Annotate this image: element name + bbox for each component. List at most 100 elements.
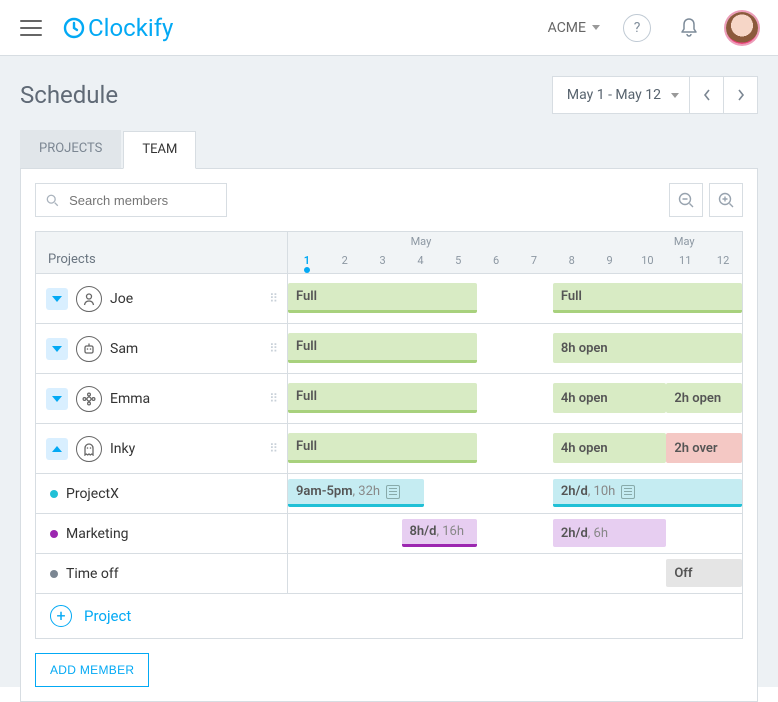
expand-button[interactable]	[46, 288, 68, 310]
drag-handle-icon[interactable]: ⠿	[269, 296, 279, 301]
note-icon	[621, 485, 635, 499]
date-range-text: May 1 - May 12	[567, 87, 661, 103]
zoom-in-icon	[718, 192, 735, 209]
workspace-name: ACME	[548, 20, 586, 36]
capacity-bar[interactable]: Full	[288, 333, 477, 363]
assignment-bar[interactable]: Off	[666, 559, 742, 587]
month-label: May	[674, 235, 695, 248]
help-button[interactable]: ?	[622, 13, 652, 43]
member-name: Emma	[110, 391, 150, 407]
capacity-bar[interactable]: 4h open	[553, 433, 667, 463]
flower-icon	[76, 386, 102, 412]
add-project-row[interactable]: + Project	[36, 594, 742, 638]
capacity-bar[interactable]: Full	[288, 433, 477, 463]
clock-icon	[62, 16, 86, 40]
collapse-button[interactable]	[46, 438, 68, 460]
member-row-emma: Emma ⠿ Full 4h open 2h open	[36, 374, 742, 424]
prev-range-button[interactable]	[689, 77, 723, 113]
project-name: Time off	[66, 566, 119, 582]
note-icon	[386, 485, 400, 499]
zoom-out-button[interactable]	[669, 183, 703, 217]
day-6: 6	[477, 254, 515, 267]
assignment-bar[interactable]: 2h/d, 6h	[553, 519, 667, 547]
expand-button[interactable]	[46, 388, 68, 410]
project-color-dot	[50, 570, 58, 578]
user-avatar[interactable]	[726, 12, 758, 44]
add-project-label: Project	[84, 607, 131, 625]
capacity-bar[interactable]: 2h open	[666, 383, 742, 413]
chevron-left-icon	[703, 89, 711, 101]
chevron-down-icon	[52, 396, 62, 402]
notifications-button[interactable]	[674, 13, 704, 43]
day-3: 3	[364, 254, 402, 267]
day-12: 12	[704, 254, 742, 267]
day-2: 2	[326, 254, 364, 267]
tab-projects[interactable]: PROJECTS	[20, 130, 121, 168]
day-7: 7	[515, 254, 553, 267]
schedule-grid: Projects May May 1 2 3 4 5 6 7 8	[35, 231, 743, 639]
capacity-bar[interactable]: Full	[288, 283, 477, 313]
chevron-up-icon	[52, 446, 62, 452]
assignment-bar[interactable]: 8h/d, 16h	[402, 519, 478, 547]
member-name: Inky	[110, 441, 135, 457]
menu-icon[interactable]	[20, 20, 42, 36]
project-name: ProjectX	[66, 486, 119, 502]
drag-handle-icon[interactable]: ⠿	[269, 346, 279, 351]
search-members[interactable]	[35, 183, 227, 217]
chevron-right-icon	[737, 89, 745, 101]
assignment-row-timeoff: Time off Off	[36, 554, 742, 594]
month-label: May	[411, 235, 432, 248]
day-8: 8	[553, 254, 591, 267]
day-11: 11	[666, 254, 704, 267]
member-row-joe: Joe ⠿ Full Full	[36, 274, 742, 324]
date-range-button[interactable]: May 1 - May 12	[553, 77, 689, 113]
project-name: Marketing	[66, 526, 129, 542]
brand-text: Clockify	[88, 14, 173, 42]
schedule-card: Projects May May 1 2 3 4 5 6 7 8	[20, 168, 758, 702]
side-header: Projects	[36, 232, 288, 273]
assignment-bar[interactable]: 9am-5pm, 32h	[288, 479, 424, 507]
robot-icon	[76, 336, 102, 362]
person-icon	[76, 286, 102, 312]
member-row-sam: Sam ⠿ Full 8h open	[36, 324, 742, 374]
help-icon: ?	[623, 14, 651, 42]
assignment-bar[interactable]: 2h/d, 10h	[553, 479, 742, 507]
next-range-button[interactable]	[723, 77, 757, 113]
capacity-bar[interactable]: 8h open	[553, 333, 742, 363]
assignment-row-marketing: Marketing 8h/d, 16h 2h/d, 6h	[36, 514, 742, 554]
capacity-bar[interactable]: Full	[553, 283, 742, 313]
day-9: 9	[591, 254, 629, 267]
top-bar: Clockify ACME ?	[0, 0, 778, 56]
member-name: Sam	[110, 341, 138, 357]
day-5: 5	[439, 254, 477, 267]
search-input[interactable]	[67, 192, 216, 209]
capacity-bar[interactable]: 4h open	[553, 383, 667, 413]
chevron-down-icon	[52, 296, 62, 302]
search-icon	[46, 193, 59, 208]
expand-button[interactable]	[46, 338, 68, 360]
day-1: 1	[288, 254, 326, 267]
capacity-bar[interactable]: Full	[288, 383, 477, 413]
chevron-down-icon	[592, 25, 600, 30]
zoom-out-icon	[678, 192, 695, 209]
member-row-inky: Inky ⠿ Full 4h open 2h over	[36, 424, 742, 474]
brand-logo[interactable]: Clockify	[62, 14, 173, 42]
capacity-bar-over[interactable]: 2h over	[666, 433, 742, 463]
drag-handle-icon[interactable]: ⠿	[269, 396, 279, 401]
page-title: Schedule	[20, 81, 118, 109]
bell-icon	[679, 17, 699, 39]
project-color-dot	[50, 530, 58, 538]
workspace-selector[interactable]: ACME	[548, 20, 600, 36]
tabs: PROJECTS TEAM	[20, 130, 758, 168]
plus-icon: +	[50, 605, 72, 627]
date-range-picker: May 1 - May 12	[552, 76, 758, 114]
assignment-row-projectx: ProjectX 9am-5pm, 32h 2h/d, 10h	[36, 474, 742, 514]
day-header: May May 1 2 3 4 5 6 7 8 9 10 11	[288, 232, 742, 273]
zoom-in-button[interactable]	[709, 183, 743, 217]
tab-team[interactable]: TEAM	[123, 131, 196, 169]
day-4: 4	[402, 254, 440, 267]
drag-handle-icon[interactable]: ⠿	[269, 446, 279, 451]
chevron-down-icon	[671, 93, 679, 98]
add-member-button[interactable]: ADD MEMBER	[35, 653, 149, 687]
day-10: 10	[629, 254, 667, 267]
